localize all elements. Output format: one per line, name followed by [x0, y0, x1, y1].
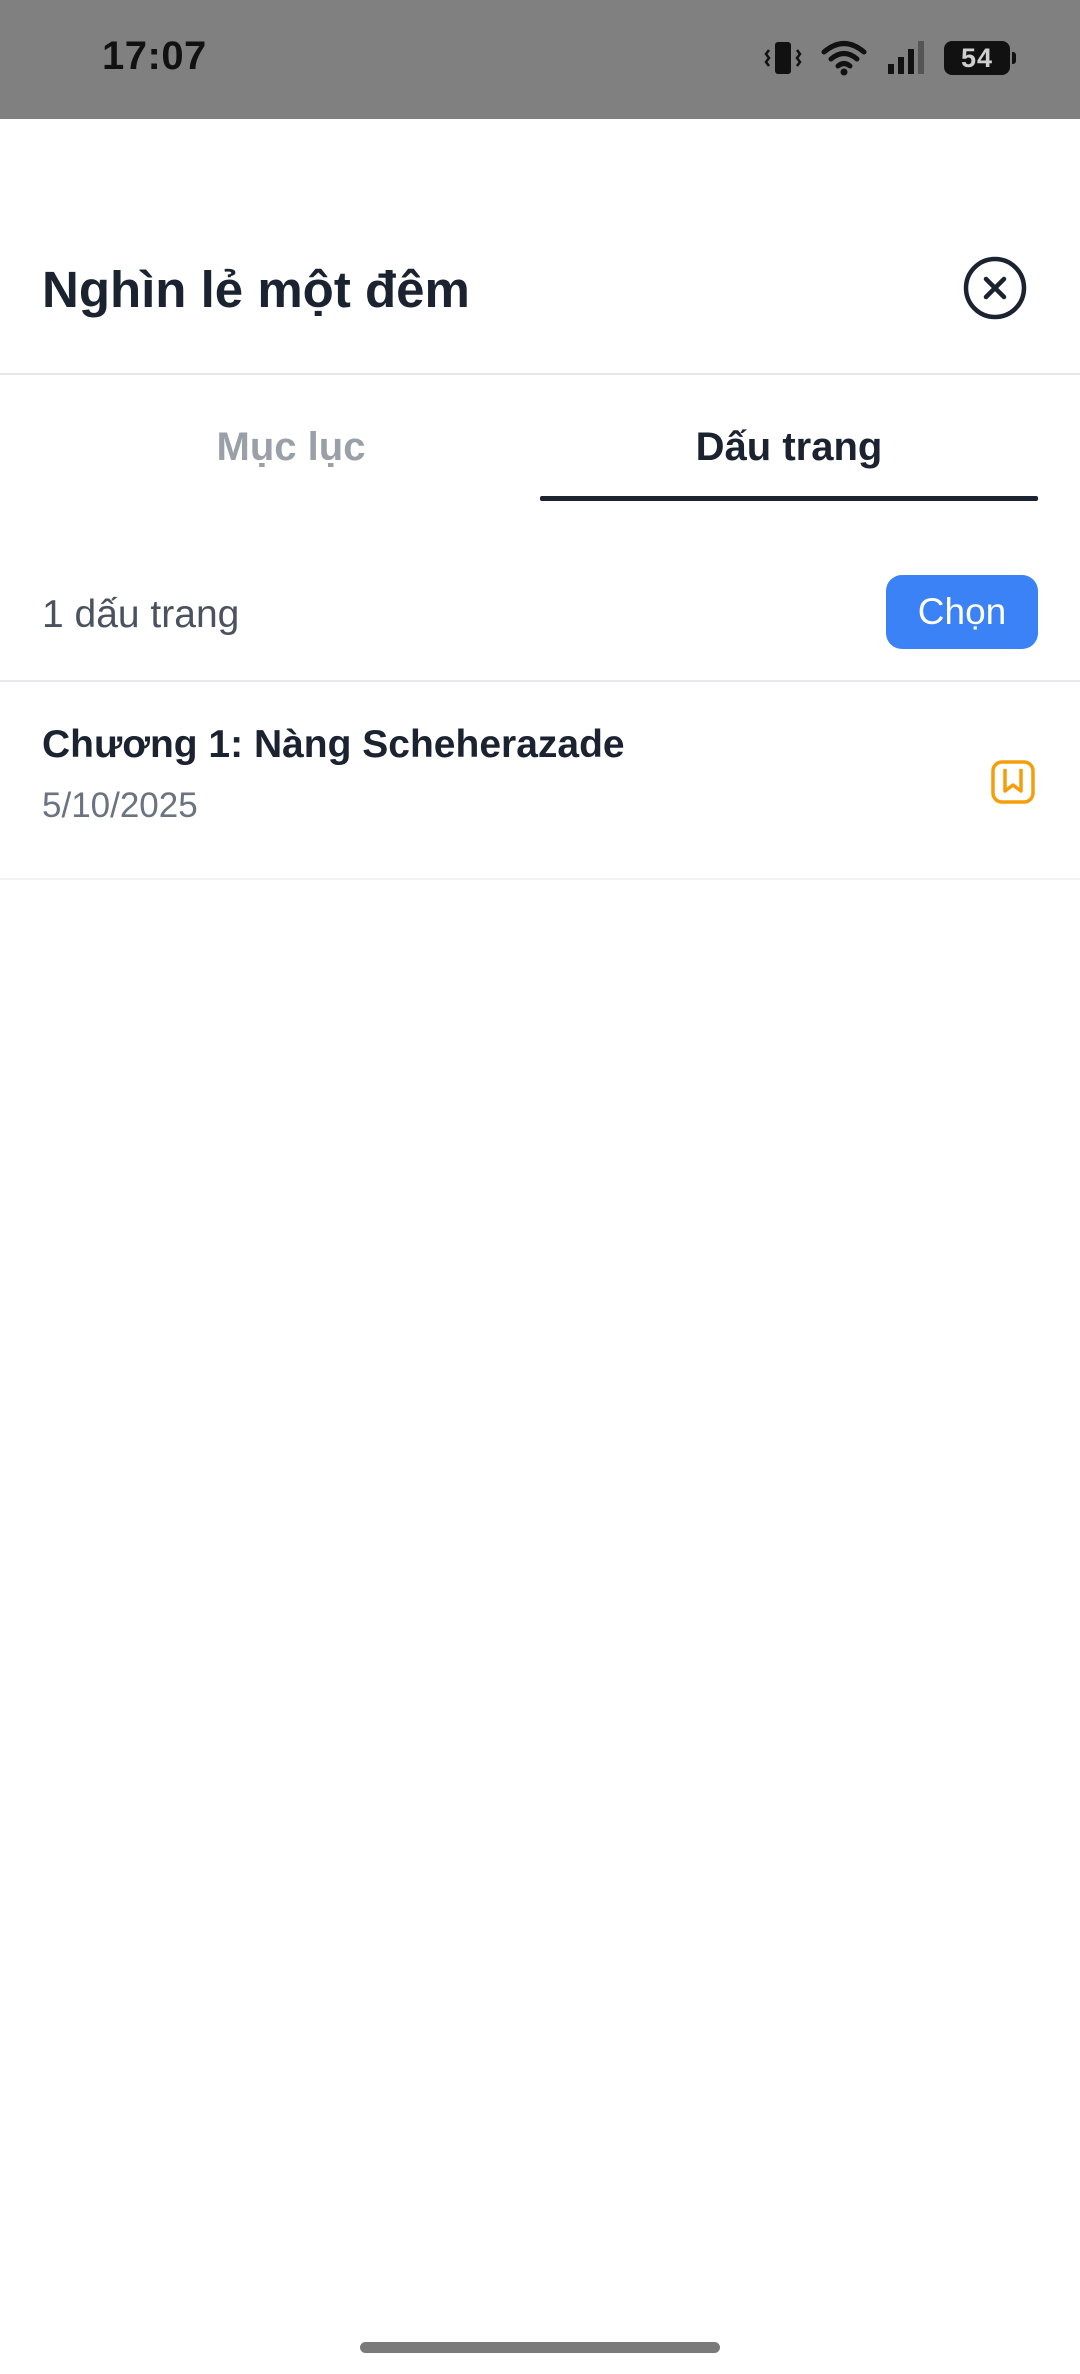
vibrate-icon	[764, 38, 802, 78]
status-time: 17:07	[102, 34, 207, 78]
active-tab-indicator	[540, 496, 1038, 501]
bookmark-date: 5/10/2025	[42, 786, 198, 825]
tab-bar: Mục lục Dấu trang	[0, 375, 1080, 505]
battery-level: 54	[960, 42, 994, 73]
bookmark-title: Chương 1: Nàng Scheherazade	[42, 723, 625, 766]
status-bar: 17:07 54	[0, 0, 1080, 119]
bookmark-count: 1 dấu trang	[42, 593, 240, 636]
sheet-header	[0, 119, 1080, 375]
bookmark-icon[interactable]	[990, 759, 1036, 805]
signal-icon	[886, 40, 926, 76]
bookmark-list: Chương 1: Nàng Scheherazade 5/10/2025	[0, 682, 1080, 880]
status-icons: 54	[764, 36, 1016, 80]
list-item[interactable]: Chương 1: Nàng Scheherazade 5/10/2025	[0, 682, 1080, 880]
home-indicator[interactable]	[360, 2342, 720, 2353]
battery-icon: 54	[944, 41, 1016, 75]
select-button[interactable]: Chọn	[886, 575, 1038, 649]
close-button[interactable]	[962, 255, 1028, 321]
close-circle-icon	[963, 256, 1027, 320]
page-title: Nghìn lẻ một đêm	[42, 261, 470, 318]
tab-table-of-contents[interactable]: Mục lục	[42, 425, 540, 470]
bookmark-toolbar: 1 dấu trang Chọn	[0, 505, 1080, 682]
tab-bookmarks[interactable]: Dấu trang	[540, 425, 1038, 470]
wifi-icon	[820, 39, 868, 77]
